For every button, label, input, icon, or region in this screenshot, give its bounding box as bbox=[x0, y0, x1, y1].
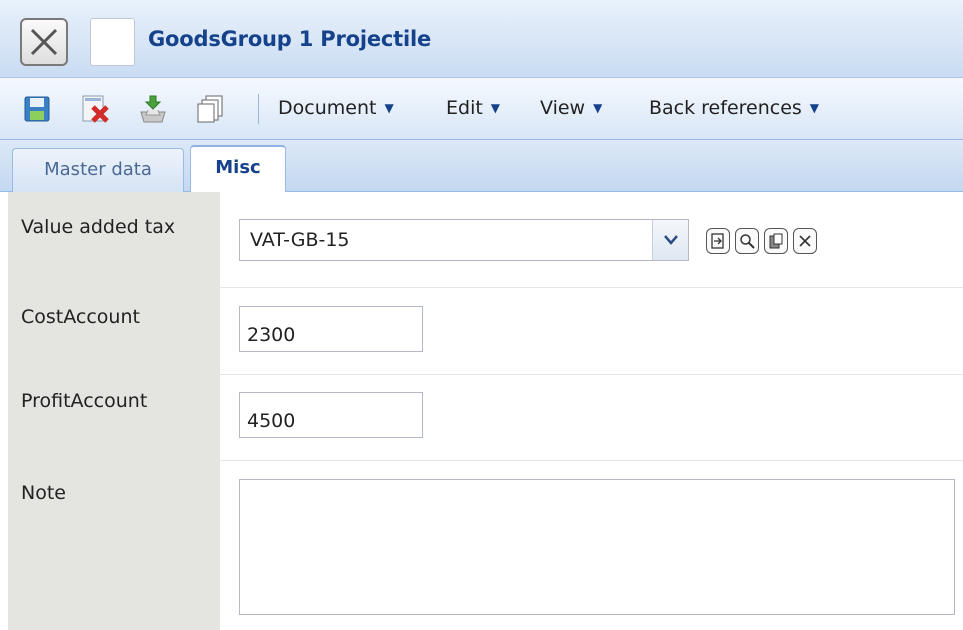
cost-account-input[interactable] bbox=[240, 307, 422, 351]
close-icon bbox=[30, 28, 58, 56]
menu-edit-label: Edit bbox=[446, 97, 483, 119]
copy-icon[interactable] bbox=[196, 94, 226, 124]
close-button[interactable] bbox=[20, 18, 68, 66]
open-record-icon bbox=[711, 233, 724, 249]
menu-document[interactable]: Document ▼ bbox=[278, 97, 394, 119]
title-bar: GoodsGroup 1 Projectile bbox=[0, 0, 963, 78]
menu-back-references[interactable]: Back references ▼ bbox=[649, 97, 819, 119]
row-divider bbox=[8, 460, 963, 461]
search-icon bbox=[740, 234, 755, 249]
cost-account-field-box bbox=[239, 306, 423, 352]
save-icon[interactable] bbox=[22, 94, 52, 124]
vat-copy-button[interactable] bbox=[764, 228, 788, 254]
vat-search-button[interactable] bbox=[735, 228, 759, 254]
window-title: GoodsGroup 1 Projectile bbox=[148, 27, 432, 51]
toolbar: Document ▼ Edit ▼ View ▼ Back references ▼ bbox=[0, 78, 963, 140]
clear-icon bbox=[799, 235, 811, 247]
vat-label: Value added tax bbox=[21, 216, 176, 238]
menu-edit[interactable]: Edit ▼ bbox=[446, 97, 500, 119]
vat-open-button[interactable] bbox=[706, 228, 730, 254]
chevron-down-icon: ▼ bbox=[593, 101, 603, 115]
tab-master-data[interactable]: Master data bbox=[12, 148, 184, 192]
chevron-down-icon: ▼ bbox=[809, 101, 820, 115]
tab-strip: Master data Misc bbox=[0, 140, 963, 192]
row-divider bbox=[8, 287, 963, 288]
menu-view-label: View bbox=[540, 97, 586, 119]
delete-icon[interactable] bbox=[80, 94, 110, 124]
row-divider bbox=[8, 374, 963, 375]
vat-value: VAT-GB-15 bbox=[250, 229, 350, 251]
chevron-down-icon: ▼ bbox=[490, 101, 501, 115]
misc-form: Value added tax VAT-GB-15 CostAccount 23… bbox=[0, 192, 963, 630]
import-icon[interactable] bbox=[138, 94, 168, 124]
chevron-down-icon: ▼ bbox=[384, 101, 394, 115]
menu-back-references-label: Back references bbox=[649, 97, 802, 119]
vat-select[interactable]: VAT-GB-15 bbox=[239, 219, 689, 261]
menu-document-label: Document bbox=[278, 97, 377, 119]
cost-account-label: CostAccount bbox=[21, 306, 140, 328]
window-checkbox[interactable] bbox=[90, 18, 135, 66]
tab-misc[interactable]: Misc bbox=[190, 145, 286, 192]
note-label: Note bbox=[21, 482, 66, 504]
vat-clear-button[interactable] bbox=[793, 228, 817, 254]
paste-icon bbox=[769, 233, 783, 249]
toolbar-separator bbox=[258, 94, 259, 124]
note-textarea[interactable] bbox=[240, 480, 954, 614]
profit-account-field-box bbox=[239, 392, 423, 438]
vat-dropdown-button[interactable] bbox=[652, 220, 688, 260]
chevron-down-icon bbox=[664, 235, 678, 245]
profit-account-label: ProfitAccount bbox=[21, 390, 148, 412]
menu-view[interactable]: View ▼ bbox=[540, 97, 602, 119]
note-box bbox=[239, 479, 955, 615]
profit-account-input[interactable] bbox=[240, 393, 422, 437]
